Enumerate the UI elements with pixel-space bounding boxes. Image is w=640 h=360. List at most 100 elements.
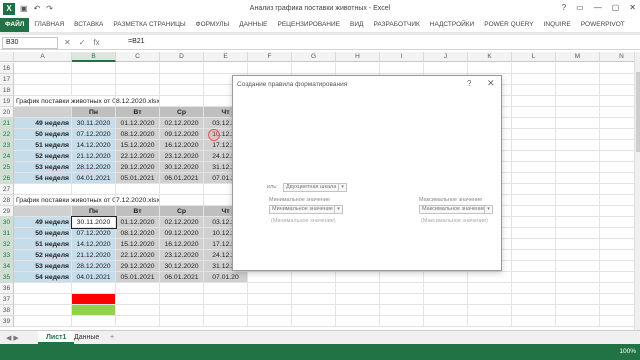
cell-A18[interactable] bbox=[14, 85, 72, 96]
cell-H38[interactable] bbox=[336, 305, 380, 316]
cell-L32[interactable] bbox=[512, 239, 556, 250]
cell-M36[interactable] bbox=[556, 283, 600, 294]
cell-M34[interactable] bbox=[556, 261, 600, 272]
cell-M25[interactable] bbox=[556, 162, 600, 173]
close-icon[interactable]: ✕ bbox=[487, 78, 495, 89]
row-header[interactable]: 16 bbox=[0, 63, 14, 74]
cell-L28[interactable] bbox=[512, 195, 556, 206]
cell-N17[interactable] bbox=[600, 74, 634, 85]
cell-L25[interactable] bbox=[512, 162, 556, 173]
cell-B36[interactable] bbox=[72, 283, 116, 294]
cell-L16[interactable] bbox=[512, 63, 556, 74]
column-header[interactable]: J bbox=[424, 52, 468, 62]
zoom-level[interactable]: 100% bbox=[619, 348, 636, 355]
ribbon-display-icon[interactable]: ▭ bbox=[576, 3, 584, 12]
min-type-select[interactable]: Минимальное значение ▾ bbox=[269, 205, 343, 214]
cell-F37[interactable] bbox=[248, 294, 292, 305]
cell-M31[interactable] bbox=[556, 228, 600, 239]
cell-C27[interactable] bbox=[116, 184, 160, 195]
ribbon-tab[interactable]: INQUIRE bbox=[539, 18, 576, 32]
row-header[interactable]: 35 bbox=[0, 272, 14, 283]
row-header[interactable]: 17 bbox=[0, 74, 14, 85]
cell-A21[interactable]: 49 неделя bbox=[14, 118, 72, 129]
cell-C17[interactable] bbox=[116, 74, 160, 85]
cell-D16[interactable] bbox=[160, 63, 204, 74]
cell-L22[interactable] bbox=[512, 129, 556, 140]
cell-A23[interactable]: 51 неделя bbox=[14, 140, 72, 151]
cell-N39[interactable] bbox=[600, 316, 634, 327]
cell-I16[interactable] bbox=[380, 63, 424, 74]
row-header[interactable]: 29 bbox=[0, 206, 14, 217]
column-header[interactable]: C bbox=[116, 52, 160, 62]
ribbon-tab[interactable]: ВИД bbox=[345, 18, 368, 32]
cell-I36[interactable] bbox=[380, 283, 424, 294]
cell-N24[interactable] bbox=[600, 151, 634, 162]
cell-A33[interactable]: 52 неделя bbox=[14, 250, 72, 261]
cell-D38[interactable] bbox=[160, 305, 204, 316]
cell-C20[interactable]: Вт bbox=[116, 107, 160, 118]
cell-H37[interactable] bbox=[336, 294, 380, 305]
cell-L17[interactable] bbox=[512, 74, 556, 85]
cell-M32[interactable] bbox=[556, 239, 600, 250]
ribbon-tab[interactable]: ФОРМУЛЫ bbox=[191, 18, 235, 32]
cell-L18[interactable] bbox=[512, 85, 556, 96]
cell-C32[interactable]: 15.12.2020 bbox=[116, 239, 160, 250]
cell-D26[interactable]: 06.01.2021 bbox=[160, 173, 204, 184]
column-header[interactable]: H bbox=[336, 52, 380, 62]
cell-M35[interactable] bbox=[556, 272, 600, 283]
cell-A31[interactable]: 50 неделя bbox=[14, 228, 72, 239]
cell-D21[interactable]: 02.12.2020 bbox=[160, 118, 204, 129]
column-header[interactable]: L bbox=[512, 52, 556, 62]
cell-M33[interactable] bbox=[556, 250, 600, 261]
cell-C34[interactable]: 29.12.2020 bbox=[116, 261, 160, 272]
name-box[interactable]: B30 bbox=[2, 37, 58, 49]
cell-M24[interactable] bbox=[556, 151, 600, 162]
cell-E35[interactable]: 07.01.20 bbox=[204, 272, 248, 283]
cell-C19[interactable] bbox=[116, 96, 160, 107]
row-header[interactable]: 23 bbox=[0, 140, 14, 151]
ribbon-tab[interactable]: РАЗРАБОТЧИК bbox=[368, 18, 424, 32]
cell-B35[interactable]: 04.01.2021 bbox=[72, 272, 116, 283]
maximize-icon[interactable]: ▢ bbox=[612, 3, 620, 12]
cell-D17[interactable] bbox=[160, 74, 204, 85]
cell-A39[interactable] bbox=[14, 316, 72, 327]
column-header[interactable]: N bbox=[600, 52, 634, 62]
cell-M27[interactable] bbox=[556, 184, 600, 195]
cell-N29[interactable] bbox=[600, 206, 634, 217]
cell-C28[interactable] bbox=[116, 195, 160, 206]
row-header[interactable]: 18 bbox=[0, 85, 14, 96]
cell-D37[interactable] bbox=[160, 294, 204, 305]
cell-G35[interactable] bbox=[292, 272, 336, 283]
cell-N32[interactable] bbox=[600, 239, 634, 250]
cell-A22[interactable]: 50 неделя bbox=[14, 129, 72, 140]
function-icon[interactable]: fx bbox=[93, 38, 99, 47]
cell-L27[interactable] bbox=[512, 184, 556, 195]
cell-N36[interactable] bbox=[600, 283, 634, 294]
row-header[interactable]: 33 bbox=[0, 250, 14, 261]
ribbon-tab[interactable]: НАДСТРОЙКИ bbox=[425, 18, 479, 32]
cell-B19[interactable] bbox=[72, 96, 116, 107]
help-icon[interactable]: ? bbox=[467, 79, 471, 88]
cell-B28[interactable] bbox=[72, 195, 116, 206]
cell-K37[interactable] bbox=[468, 294, 512, 305]
cell-K35[interactable] bbox=[468, 272, 512, 283]
cell-B31[interactable]: 07.12.2020 bbox=[72, 228, 116, 239]
cell-D33[interactable]: 23.12.2020 bbox=[160, 250, 204, 261]
cell-B29[interactable]: Пн bbox=[72, 206, 116, 217]
cell-D20[interactable]: Ср bbox=[160, 107, 204, 118]
cell-D27[interactable] bbox=[160, 184, 204, 195]
row-header[interactable]: 24 bbox=[0, 151, 14, 162]
row-header[interactable]: 30 bbox=[0, 217, 14, 228]
cell-N18[interactable] bbox=[600, 85, 634, 96]
cell-L31[interactable] bbox=[512, 228, 556, 239]
cell-N21[interactable] bbox=[600, 118, 634, 129]
cell-F39[interactable] bbox=[248, 316, 292, 327]
cell-J39[interactable] bbox=[424, 316, 468, 327]
cell-N25[interactable] bbox=[600, 162, 634, 173]
cell-B33[interactable]: 21.12.2020 bbox=[72, 250, 116, 261]
enter-icon[interactable]: ✓ bbox=[79, 38, 86, 47]
cell-M26[interactable] bbox=[556, 173, 600, 184]
ribbon-tab[interactable]: РАЗМЕТКА СТРАНИЦЫ bbox=[108, 18, 190, 32]
cell-L19[interactable] bbox=[512, 96, 556, 107]
cell-L35[interactable] bbox=[512, 272, 556, 283]
